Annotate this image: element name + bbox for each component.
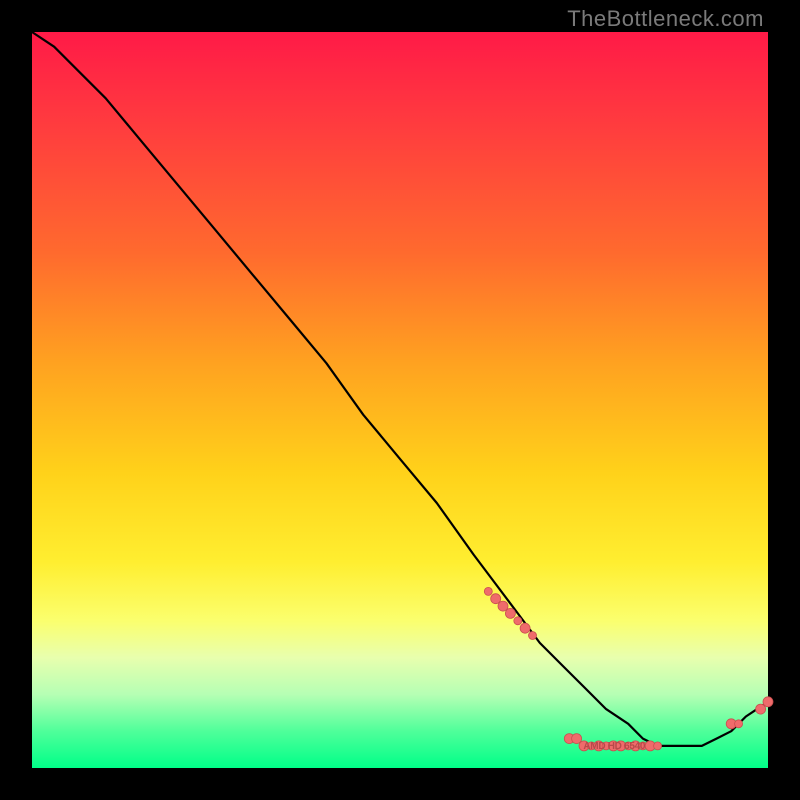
data-dot bbox=[763, 697, 773, 707]
attribution-label: TheBottleneck.com bbox=[567, 6, 764, 32]
plot-area: AMD HD 6540 bbox=[32, 32, 768, 768]
chart-svg: AMD HD 6540 bbox=[32, 32, 768, 768]
data-dot bbox=[654, 742, 662, 750]
chart-frame: TheBottleneck.com AMD HD 6540 bbox=[0, 0, 800, 800]
data-dot bbox=[520, 623, 530, 633]
data-dot bbox=[735, 720, 743, 728]
dot-annotation: AMD HD 6540 bbox=[583, 741, 645, 752]
data-dot bbox=[484, 587, 492, 595]
data-dot bbox=[498, 601, 508, 611]
data-dot bbox=[514, 617, 522, 625]
data-dot bbox=[572, 734, 582, 744]
data-dot bbox=[491, 594, 501, 604]
bottleneck-curve bbox=[32, 32, 768, 746]
data-dot bbox=[505, 608, 515, 618]
data-dot bbox=[756, 704, 766, 714]
data-dot bbox=[529, 632, 537, 640]
data-dots bbox=[484, 587, 773, 751]
